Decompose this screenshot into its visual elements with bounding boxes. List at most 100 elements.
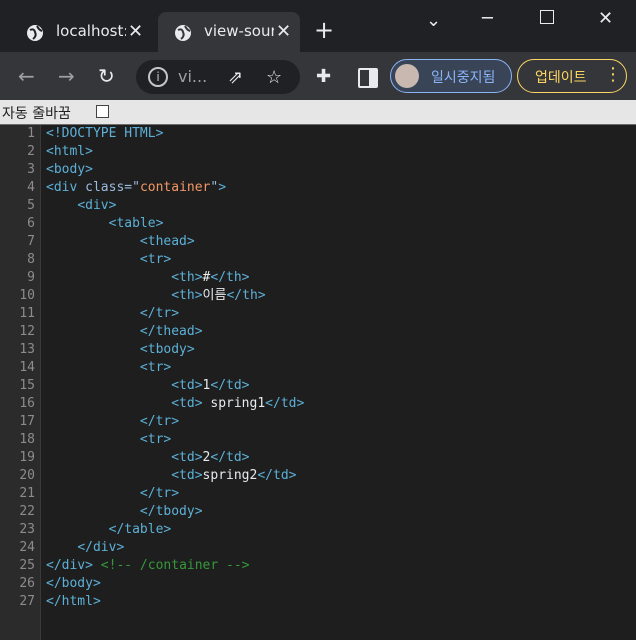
- minimize-icon[interactable]: ─: [482, 8, 493, 29]
- profile-button[interactable]: 일시중지됨: [390, 59, 512, 93]
- address-bar[interactable]: i vi... ⇗ ☆: [136, 60, 300, 94]
- code-token: <th>: [171, 288, 203, 303]
- close-icon[interactable]: ✕: [276, 22, 291, 42]
- title-bar: localhost: ✕ view-sour ✕ + ⌄ ─ ✕: [0, 0, 636, 52]
- code-token: <td>: [171, 450, 203, 465]
- source-line: 26 </body>: [0, 575, 636, 593]
- source-line: 24 </div>: [0, 539, 636, 557]
- maximize-icon[interactable]: [540, 10, 554, 24]
- line-code: <table>: [46, 215, 164, 233]
- tab-title: localhost:: [56, 22, 126, 40]
- source-line: 7 <thead>: [0, 233, 636, 251]
- reload-icon[interactable]: ↻: [98, 64, 115, 88]
- source-line: 20 <td>spring2</td>: [0, 467, 636, 485]
- code-token: </thead>: [139, 324, 203, 339]
- source-line: 8 <tr>: [0, 251, 636, 269]
- source-line: 25 </div> <!-- /container -->: [0, 557, 636, 575]
- source-line: 4 <div class="container">: [0, 179, 636, 197]
- source-line: 10 <th>이름</th>: [0, 287, 636, 305]
- line-number: 18: [19, 432, 35, 447]
- source-line: 9 <th>#</th>: [0, 269, 636, 287]
- source-line: 27 </html>: [0, 593, 636, 611]
- code-token: <td>: [171, 378, 203, 393]
- tab-localhost[interactable]: localhost: ✕: [10, 12, 152, 52]
- tab-view-source[interactable]: view-sour ✕: [158, 12, 300, 52]
- line-number: 14: [19, 360, 35, 375]
- line-number: 7: [27, 234, 35, 249]
- line-number: 25: [19, 558, 35, 573]
- code-token: </tr>: [139, 414, 180, 429]
- line-code: <th>이름</th>: [46, 287, 265, 305]
- source-line: 1 <!DOCTYPE HTML>: [0, 125, 636, 143]
- code-token: <!DOCTYPE HTML>: [46, 126, 164, 141]
- code-token: </td>: [257, 468, 297, 483]
- line-number: 9: [27, 270, 35, 285]
- avatar: [395, 64, 419, 88]
- line-code: <div>: [46, 197, 116, 215]
- code-token: </div>: [77, 540, 125, 555]
- forward-arrow-icon[interactable]: →: [58, 64, 75, 88]
- line-code: <tr>: [46, 251, 171, 269]
- tab-search-chevron-icon[interactable]: ⌄: [426, 10, 441, 31]
- line-number: 5: [27, 198, 35, 213]
- toolbar: ← → ↻ i vi... ⇗ ☆ ✚ 일시중지됨 업데이트 ⋮: [0, 52, 636, 100]
- code-token: </td>: [265, 396, 305, 411]
- source-line: 23 </table>: [0, 521, 636, 539]
- line-code: <td>spring2</td>: [46, 467, 296, 485]
- new-tab-button[interactable]: +: [314, 18, 334, 42]
- line-number: 16: [19, 396, 35, 411]
- source-line: 21 </tr>: [0, 485, 636, 503]
- line-code: </tr>: [46, 305, 179, 323]
- line-code: <tr>: [46, 359, 171, 377]
- line-code: </body>: [46, 575, 101, 593]
- line-number: 23: [19, 522, 35, 537]
- line-number: 3: [27, 162, 35, 177]
- line-number: 13: [19, 342, 35, 357]
- share-icon[interactable]: ⇗: [228, 67, 243, 88]
- source-line: 22 </tbody>: [0, 503, 636, 521]
- line-wrap-checkbox[interactable]: [96, 105, 109, 118]
- line-code: </table>: [46, 521, 172, 539]
- source-line: 17 </tr>: [0, 413, 636, 431]
- code-token: </div>: [46, 558, 101, 573]
- line-code: <tr>: [46, 431, 171, 449]
- line-wrap-label: 자동 줄바꿈: [2, 106, 71, 122]
- globe-icon: [27, 25, 43, 41]
- line-number: 27: [19, 594, 35, 609]
- source-line: 6 <table>: [0, 215, 636, 233]
- line-code: <tbody>: [46, 341, 195, 359]
- source-line: 15 <td>1</td>: [0, 377, 636, 395]
- code-token: </tr>: [139, 486, 180, 501]
- line-code: </tr>: [46, 413, 179, 431]
- code-token: <div: [46, 180, 86, 195]
- bookmark-star-icon[interactable]: ☆: [266, 67, 282, 88]
- more-menu-icon[interactable]: ⋮: [604, 64, 622, 85]
- code-token: <div>: [77, 198, 117, 213]
- line-number: 10: [19, 288, 35, 303]
- update-label: 업데이트: [535, 70, 587, 86]
- code-token: </th>: [210, 270, 250, 285]
- code-token: <td>: [171, 396, 203, 411]
- line-number: 12: [19, 324, 35, 339]
- line-number: 8: [27, 252, 35, 267]
- code-token: <tr>: [139, 252, 172, 267]
- back-arrow-icon[interactable]: ←: [18, 64, 35, 88]
- side-panel-icon[interactable]: [358, 68, 378, 88]
- code-token: </td>: [210, 378, 250, 393]
- update-button[interactable]: 업데이트 ⋮: [517, 59, 627, 93]
- code-token: <tr>: [139, 360, 172, 375]
- close-icon[interactable]: ✕: [128, 22, 143, 42]
- window-close-icon[interactable]: ✕: [598, 8, 613, 29]
- globe-icon: [175, 25, 191, 41]
- line-code: <html>: [46, 143, 93, 161]
- url-text[interactable]: vi...: [178, 67, 207, 86]
- code-token: <table>: [108, 216, 164, 231]
- code-token: <tbody>: [139, 342, 195, 357]
- line-code: <td>1</td>: [46, 377, 250, 395]
- extensions-puzzle-icon[interactable]: ✚: [316, 66, 331, 87]
- source-line: 5 <div>: [0, 197, 636, 215]
- line-code: </tbody>: [46, 503, 203, 521]
- line-code: </div>: [46, 539, 124, 557]
- site-info-icon[interactable]: i: [148, 67, 168, 87]
- code-token: class=": [85, 180, 140, 195]
